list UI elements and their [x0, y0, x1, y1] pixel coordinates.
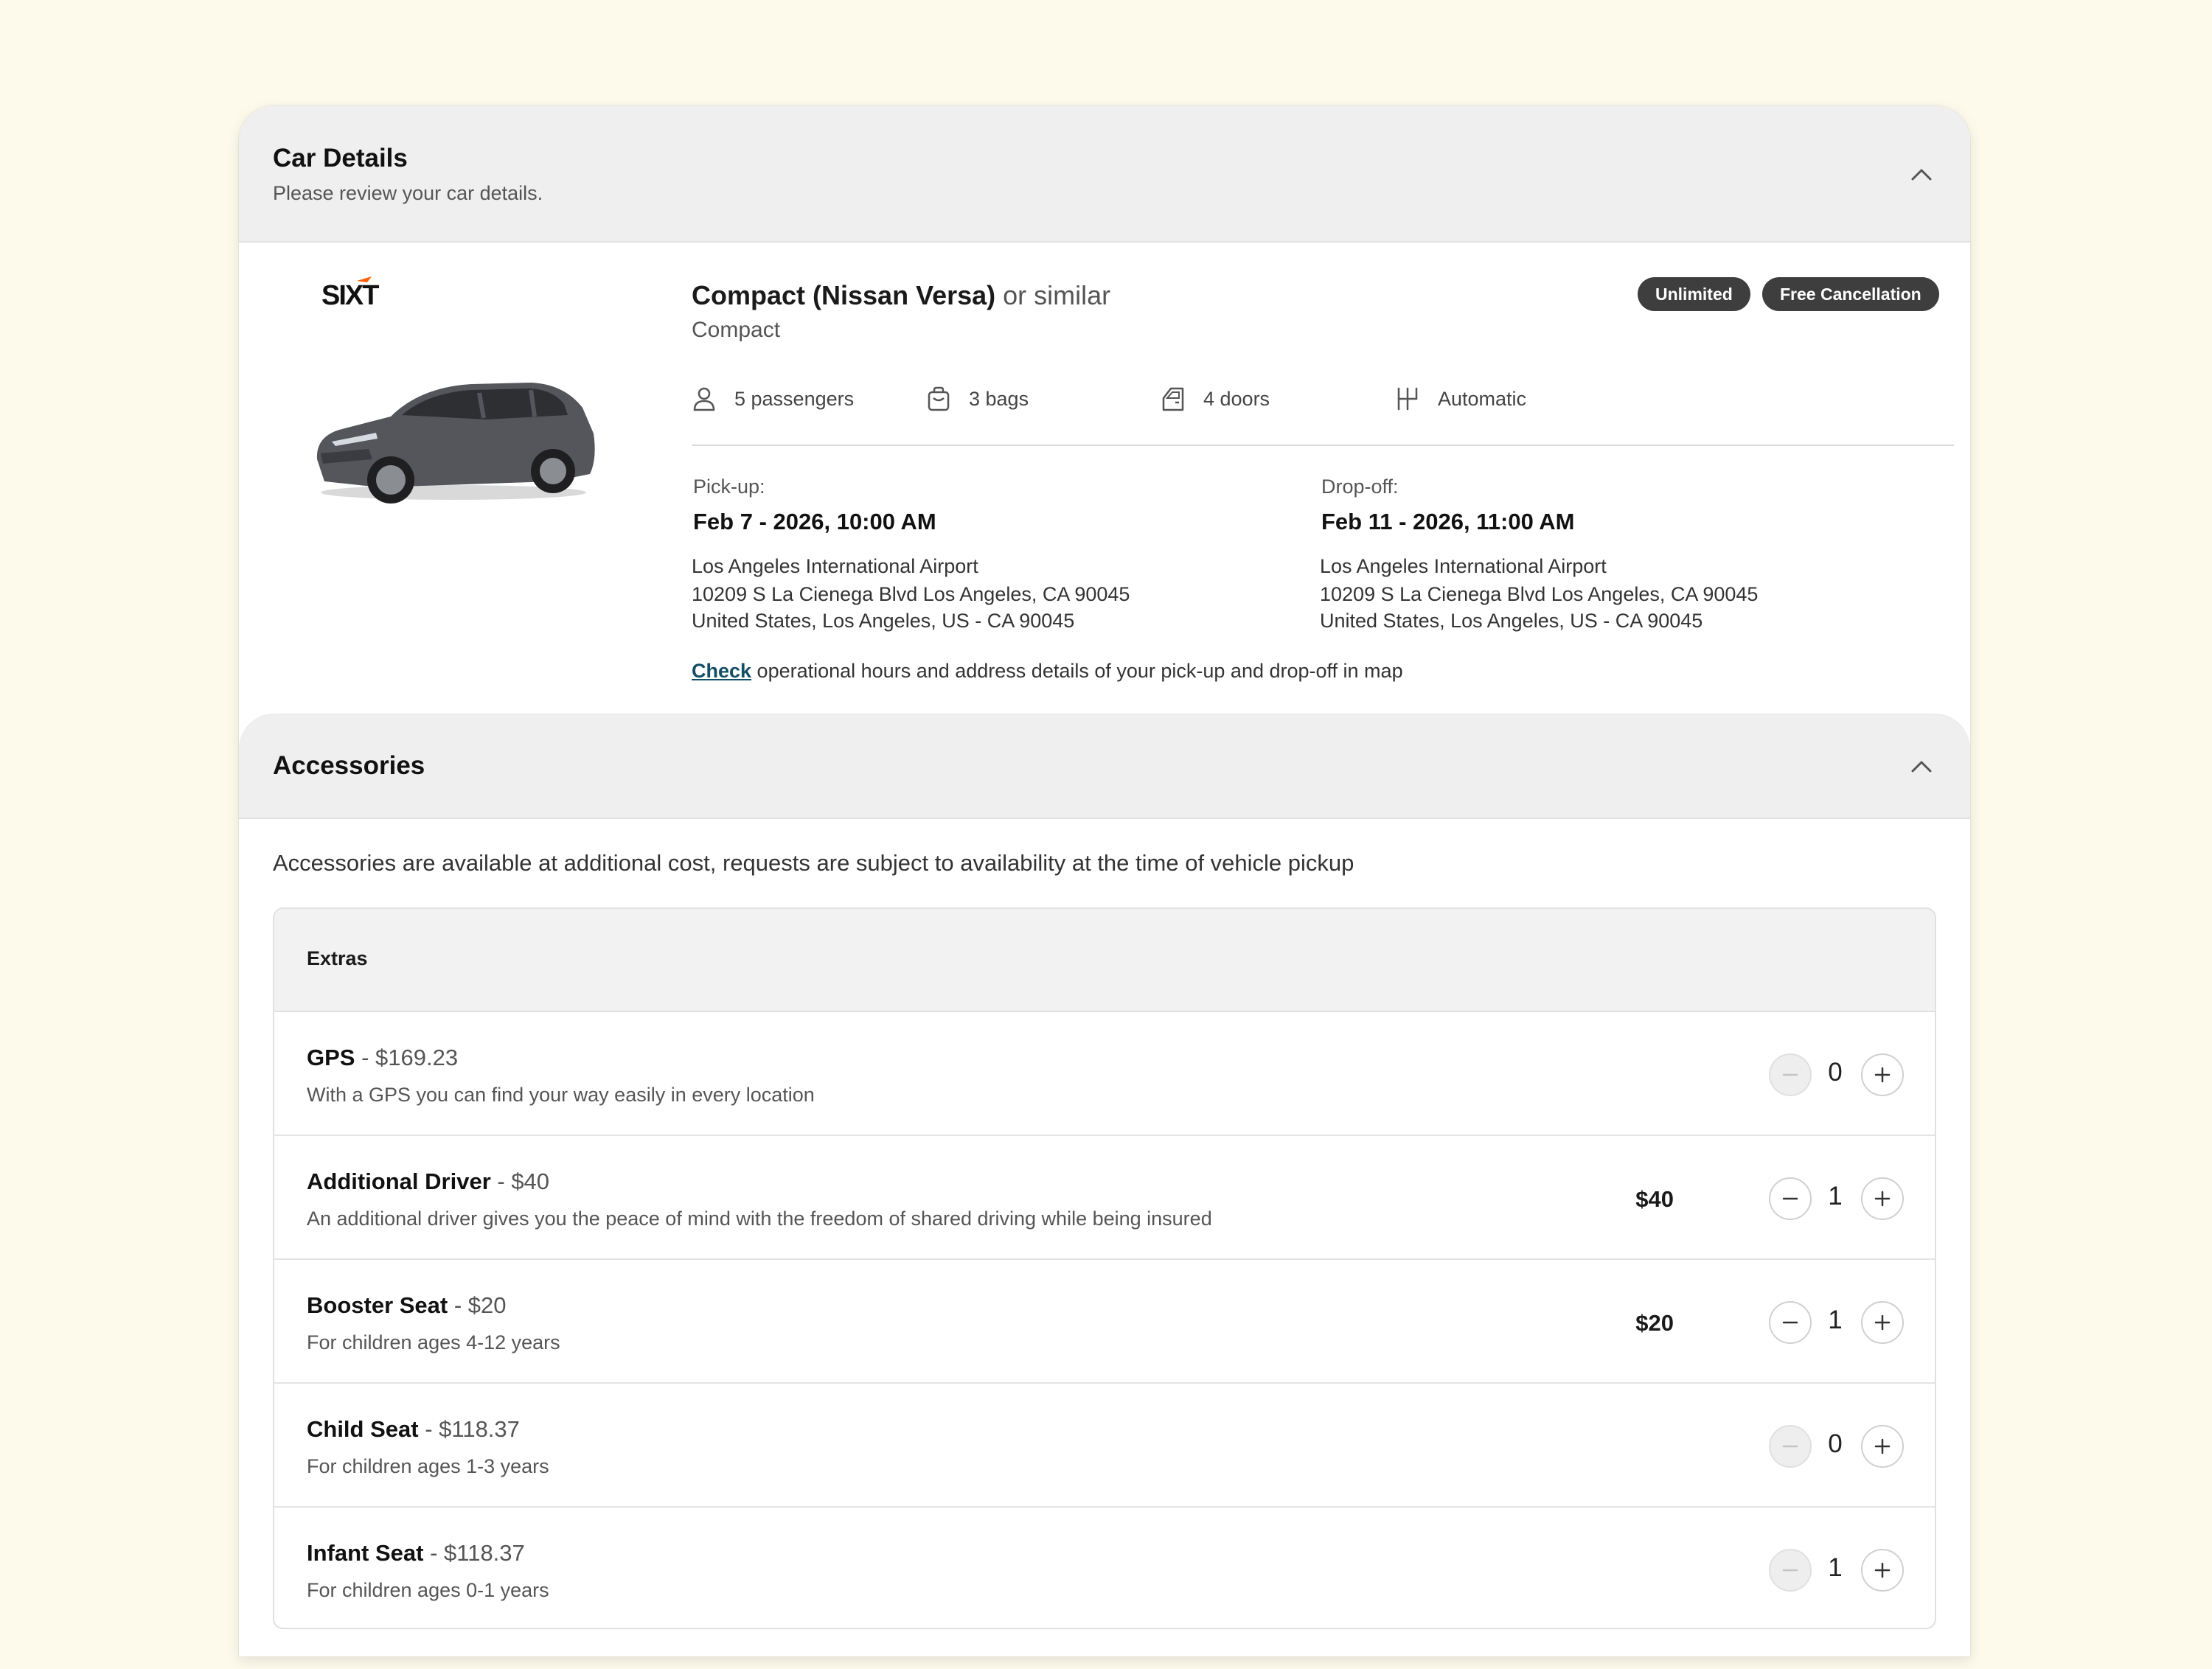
- extra-row-booster-seat: Booster Seat - $20 For children ages 4-1…: [274, 1260, 1935, 1384]
- extras-table: Extras GPS - $169.23 With a GPS you can …: [273, 907, 1936, 1629]
- quantity-value: 1: [1828, 1182, 1843, 1210]
- booking-card: Car Details Please review your car detai…: [239, 105, 1970, 1656]
- extra-description: For children ages 0-1 years: [307, 1579, 549, 1601]
- extra-description: An additional driver gives you the peace…: [307, 1208, 1212, 1230]
- pickup-address-line1: 10209 S La Cienega Blvd Los Angeles, CA …: [692, 583, 1130, 605]
- extra-title: Infant Seat: [307, 1540, 424, 1566]
- accessories-header[interactable]: Accessories: [239, 714, 1970, 819]
- car-class: Compact: [692, 318, 781, 342]
- extra-price: - $118.37: [418, 1416, 520, 1442]
- extra-name: GPS - $169.23: [307, 1045, 458, 1071]
- pickup-location: Los Angeles International Airport: [692, 555, 978, 577]
- dropoff-address-line2: United States, Los Angeles, US - CA 9004…: [1320, 610, 1703, 632]
- quantity-value: 0: [1828, 1429, 1843, 1458]
- svg-text:SIXT: SIXT: [321, 280, 379, 311]
- passengers-label: 5 passengers: [734, 387, 855, 410]
- decrement-button[interactable]: [1769, 1177, 1812, 1220]
- badge-unlimited: Unlimited: [1638, 277, 1750, 311]
- extra-description: For children ages 4-12 years: [307, 1331, 560, 1353]
- extra-description: For children ages 1-3 years: [307, 1455, 549, 1477]
- divider: [692, 445, 1954, 446]
- extra-total: $40: [1635, 1186, 1674, 1212]
- plus-icon: [1874, 1191, 1891, 1207]
- increment-button[interactable]: [1861, 1177, 1904, 1220]
- extra-name: Infant Seat - $118.37: [307, 1540, 525, 1567]
- extra-row-infant-seat: Infant Seat - $118.37 For children ages …: [274, 1508, 1935, 1628]
- feature-doors: 4 doors: [1159, 383, 1270, 415]
- badge-free-cancellation: Free Cancellation: [1762, 277, 1939, 311]
- increment-button[interactable]: [1861, 1301, 1904, 1344]
- plus-icon: [1874, 1562, 1891, 1578]
- bag-icon: [928, 386, 950, 411]
- door-icon: [1162, 387, 1184, 411]
- increment-button[interactable]: [1861, 1425, 1904, 1468]
- extra-row-gps: GPS - $169.23 With a GPS you can find yo…: [274, 1012, 1935, 1136]
- quantity-value: 1: [1828, 1553, 1843, 1582]
- plus-icon: [1874, 1067, 1891, 1083]
- extra-name: Booster Seat - $20: [307, 1292, 507, 1319]
- dropoff-address-line1: 10209 S La Cienega Blvd Los Angeles, CA …: [1320, 583, 1759, 605]
- car-similar: or similar: [995, 280, 1111, 310]
- feature-bags: 3 bags: [925, 383, 1029, 415]
- extra-title: Child Seat: [307, 1416, 419, 1442]
- decrement-button[interactable]: [1769, 1301, 1812, 1344]
- map-check-note: Check operational hours and address deta…: [692, 660, 1403, 683]
- minus-icon: [1782, 1321, 1798, 1324]
- decrement-button[interactable]: [1769, 1549, 1812, 1592]
- car-name: Compact (Nissan Versa) or similar: [692, 280, 1110, 311]
- extra-title: Additional Driver: [307, 1168, 491, 1194]
- car-image: [316, 383, 595, 504]
- extra-row-child-seat: Child Seat - $118.37 For children ages 1…: [274, 1384, 1935, 1508]
- check-map-link[interactable]: Check: [692, 660, 751, 682]
- extra-price: - $20: [448, 1292, 507, 1318]
- decrement-button[interactable]: [1769, 1425, 1812, 1468]
- chevron-up-icon[interactable]: [1907, 752, 1936, 781]
- person-icon: [693, 387, 715, 411]
- chevron-up-icon[interactable]: [1907, 160, 1936, 189]
- car-model: Compact (Nissan Versa): [692, 280, 996, 310]
- gear-shift-icon: [1397, 387, 1418, 411]
- car-details-header[interactable]: Car Details Please review your car detai…: [239, 105, 1970, 243]
- car-details-title: Car Details: [273, 144, 408, 173]
- accessories-title: Accessories: [273, 751, 425, 780]
- feature-passengers: 5 passengers: [690, 383, 854, 415]
- minus-icon: [1782, 1073, 1798, 1076]
- extra-description: With a GPS you can find your way easily …: [307, 1084, 815, 1106]
- extra-price: - $118.37: [423, 1540, 525, 1566]
- plus-icon: [1874, 1438, 1891, 1454]
- increment-button[interactable]: [1861, 1053, 1904, 1096]
- pickup-date: Feb 7 - 2026, 10:00 AM: [693, 509, 936, 534]
- dropoff-date: Feb 11 - 2026, 11:00 AM: [1321, 509, 1575, 534]
- sixt-logo: SIXT: [321, 276, 380, 311]
- extras-title: Extras: [307, 947, 368, 969]
- minus-icon: [1782, 1197, 1798, 1200]
- feature-transmission: Automatic: [1394, 383, 1526, 415]
- minus-icon: [1782, 1445, 1798, 1448]
- accessories-note: Accessories are available at additional …: [273, 850, 1354, 876]
- increment-button[interactable]: [1861, 1549, 1904, 1592]
- extra-price: - $169.23: [355, 1045, 459, 1070]
- quantity-value: 1: [1828, 1306, 1843, 1334]
- extra-total: $20: [1635, 1310, 1674, 1336]
- pickup-label: Pick-up:: [693, 475, 765, 498]
- pickup-address-line2: United States, Los Angeles, US - CA 9004…: [692, 610, 1075, 632]
- extra-title: Booster Seat: [307, 1292, 448, 1318]
- extra-row-additional-driver: Additional Driver - $40 An additional dr…: [274, 1136, 1935, 1260]
- minus-icon: [1782, 1569, 1798, 1572]
- dropoff-label: Drop-off:: [1321, 475, 1399, 498]
- dropoff-location: Los Angeles International Airport: [1320, 555, 1607, 577]
- check-map-text: operational hours and address details of…: [751, 660, 1403, 682]
- extra-name: Additional Driver - $40: [307, 1168, 549, 1195]
- decrement-button[interactable]: [1769, 1053, 1812, 1096]
- car-details-subtitle: Please review your car details.: [273, 182, 543, 204]
- plus-icon: [1874, 1314, 1891, 1331]
- bags-label: 3 bags: [969, 387, 1029, 410]
- extra-price: - $40: [490, 1168, 550, 1194]
- transmission-label: Automatic: [1438, 387, 1527, 410]
- extra-name: Child Seat - $118.37: [307, 1416, 520, 1443]
- extras-header: Extras: [274, 909, 1935, 1012]
- extra-title: GPS: [307, 1045, 355, 1070]
- quantity-value: 0: [1828, 1058, 1843, 1087]
- doors-label: 4 doors: [1203, 387, 1270, 410]
